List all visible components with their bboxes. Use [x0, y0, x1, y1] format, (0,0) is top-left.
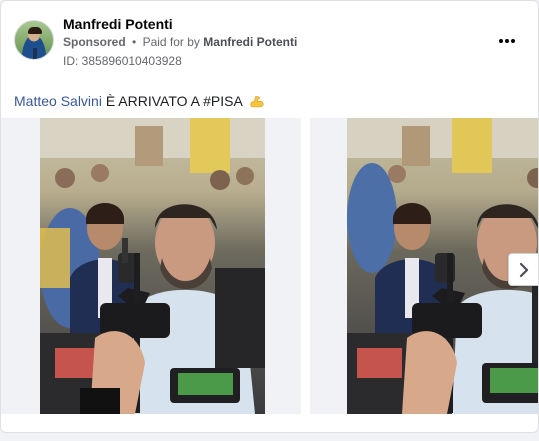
paid-for-prefix: Paid for by: [142, 35, 200, 49]
chevron-right-icon: [519, 262, 528, 277]
more-dot-icon: [499, 39, 503, 43]
sponsor-line: Sponsored • Paid for by Manfredi Potenti: [63, 35, 297, 49]
carousel-next-button[interactable]: [508, 253, 538, 286]
message-link[interactable]: Matteo Salvini: [14, 93, 102, 109]
ad-photo: [40, 118, 265, 414]
separator-dot: •: [132, 35, 137, 49]
carousel-slide[interactable]: [310, 118, 538, 414]
avatar-hair: [28, 27, 42, 34]
carousel-slide[interactable]: [1, 118, 301, 414]
more-dot-icon: [511, 39, 515, 43]
sponsored-label: Sponsored: [63, 35, 126, 49]
ad-id: ID: 385896010403928: [63, 54, 182, 68]
avatar[interactable]: [14, 20, 54, 60]
more-dot-icon: [505, 39, 509, 43]
ad-card: Manfredi Potenti Sponsored • Paid for by…: [0, 0, 539, 433]
page-name[interactable]: Manfredi Potenti: [63, 16, 173, 32]
more-options-button[interactable]: [493, 31, 521, 51]
ad-message: Matteo Salvini È ARRIVATO A #PISA: [14, 93, 265, 109]
flexed-biceps-icon: [250, 96, 264, 108]
paid-for-name: Manfredi Potenti: [203, 35, 298, 49]
message-text: È ARRIVATO A #PISA: [101, 93, 243, 109]
image-carousel[interactable]: [1, 118, 538, 414]
avatar-tie: [33, 48, 37, 59]
